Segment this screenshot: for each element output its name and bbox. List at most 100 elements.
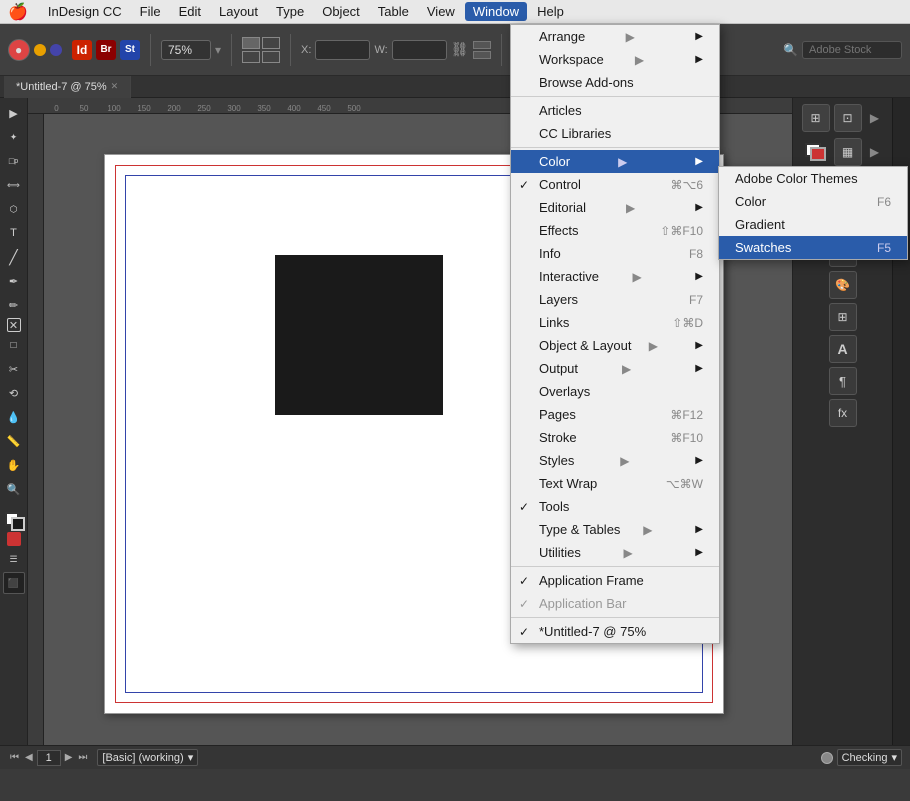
panel-btn-fill[interactable]: [802, 138, 830, 166]
menu-help[interactable]: Help: [529, 2, 572, 21]
page-tool[interactable]: □p: [3, 150, 25, 172]
menu-object[interactable]: Object: [314, 2, 368, 21]
page-number-input[interactable]: [37, 750, 61, 766]
menu-table[interactable]: Table: [370, 2, 417, 21]
fx-icon-btn[interactable]: fx: [829, 399, 857, 427]
menu-item-utilities[interactable]: Utilities ▶: [511, 541, 719, 564]
canvas-rect[interactable]: [275, 255, 443, 415]
menu-item-styles[interactable]: Styles ▶: [511, 449, 719, 472]
view-mode-btn[interactable]: ☰: [3, 548, 25, 570]
tab-close-icon[interactable]: ✕: [111, 81, 119, 92]
frame-btn2[interactable]: [262, 37, 280, 49]
menu-item-tools[interactable]: Tools: [511, 495, 719, 518]
apply-color-btn[interactable]: [7, 532, 21, 546]
constrain-icon[interactable]: ⛓: [451, 41, 469, 59]
menu-layout[interactable]: Layout: [211, 2, 266, 21]
menu-item-overlays[interactable]: Overlays: [511, 380, 719, 403]
checking-dropdown[interactable]: Checking ▾: [837, 749, 902, 766]
menu-item-output[interactable]: Output ▶: [511, 357, 719, 380]
stock-icon[interactable]: St: [120, 40, 140, 60]
menu-item-color[interactable]: Color ▶: [511, 150, 719, 173]
menu-item-editorial[interactable]: Editorial ▶: [511, 196, 719, 219]
menu-item-workspace[interactable]: Workspace ▶: [511, 48, 719, 71]
toolbar-icon1[interactable]: ●: [8, 39, 30, 61]
profile-dropdown[interactable]: [Basic] (working) ▾: [97, 749, 198, 766]
panel-expand-btn[interactable]: ▶: [866, 104, 884, 132]
menu-item-browse[interactable]: Browse Add-ons: [511, 71, 719, 94]
document-tab[interactable]: *Untitled-7 @ 75% ✕: [4, 76, 131, 98]
submenu-gradient[interactable]: Gradient: [719, 213, 907, 236]
prev-page-btn[interactable]: ◀: [23, 752, 35, 763]
last-page-btn[interactable]: ⏭: [76, 752, 89, 763]
toolbar-icon2[interactable]: [34, 44, 46, 56]
menu-window[interactable]: Window: [465, 2, 527, 21]
menu-item-arrange[interactable]: Arrange ▶: [511, 25, 719, 48]
zoom-tool[interactable]: 🔍: [3, 478, 25, 500]
x-input[interactable]: [315, 40, 370, 60]
zoom-dropdown-icon[interactable]: ▾: [215, 43, 221, 57]
menu-edit[interactable]: Edit: [171, 2, 209, 21]
menu-item-object-layout[interactable]: Object & Layout ▶: [511, 334, 719, 357]
w-input[interactable]: [392, 40, 447, 60]
menu-view[interactable]: View: [419, 2, 463, 21]
menu-item-pages[interactable]: Pages ⌘F12: [511, 403, 719, 426]
paragraph-icon-btn[interactable]: ¶: [829, 367, 857, 395]
menu-item-effects[interactable]: Effects ⇧⌘F10: [511, 219, 719, 242]
panel-btn-align[interactable]: ⊡: [834, 104, 862, 132]
frame-btn1[interactable]: [242, 37, 260, 49]
frame-btn3[interactable]: [242, 51, 260, 63]
menu-item-cc-libraries[interactable]: CC Libraries: [511, 122, 719, 145]
zoom-input[interactable]: [161, 40, 211, 60]
apple-icon[interactable]: 🍎: [8, 2, 28, 22]
menu-item-untitled[interactable]: *Untitled-7 @ 75%: [511, 620, 719, 643]
menu-file[interactable]: File: [132, 2, 169, 21]
hand-tool[interactable]: ✋: [3, 454, 25, 476]
eyedropper-tool[interactable]: 💧: [3, 406, 25, 428]
scissors-tool[interactable]: ✂: [3, 358, 25, 380]
submenu-swatches[interactable]: Swatches F5: [719, 236, 907, 259]
next-page-btn[interactable]: ▶: [63, 752, 75, 763]
panel-expand-btn2[interactable]: ▶: [866, 138, 884, 166]
menu-type[interactable]: Type: [268, 2, 312, 21]
rect-tool[interactable]: □: [3, 334, 25, 356]
gap-tool[interactable]: ⟺: [3, 174, 25, 196]
menu-item-type-tables[interactable]: Type & Tables ▶: [511, 518, 719, 541]
menu-item-layers[interactable]: Layers F7: [511, 288, 719, 311]
toolbar-icon3[interactable]: [50, 44, 62, 56]
bridge-icon[interactable]: Br: [96, 40, 116, 60]
menu-item-interactive[interactable]: Interactive ▶: [511, 265, 719, 288]
menu-item-app-frame[interactable]: Application Frame: [511, 569, 719, 592]
menu-item-control[interactable]: Control ⌘⌥6: [511, 173, 719, 196]
menu-item-text-wrap[interactable]: Text Wrap ⌥⌘W: [511, 472, 719, 495]
search-input[interactable]: [802, 41, 902, 59]
submenu-adobe-color[interactable]: Adobe Color Themes: [719, 167, 907, 190]
fill-stroke-indicator[interactable]: [3, 512, 25, 530]
menu-indesign[interactable]: InDesign CC: [40, 2, 130, 21]
frame-btn4[interactable]: [262, 51, 280, 63]
pencil-tool[interactable]: ✏: [3, 294, 25, 316]
layers-shortcut: F7: [689, 293, 703, 307]
content-tool[interactable]: ⬡: [3, 198, 25, 220]
text-icon-btn[interactable]: A: [829, 335, 857, 363]
screen-mode-btn[interactable]: ⬛: [3, 572, 25, 594]
submenu-color[interactable]: Color F6: [719, 190, 907, 213]
menu-item-info[interactable]: Info F8: [511, 242, 719, 265]
line-tool[interactable]: ╱: [3, 246, 25, 268]
align-btn2[interactable]: [473, 51, 491, 59]
type-tool[interactable]: T: [3, 222, 25, 244]
menu-item-stroke[interactable]: Stroke ⌘F10: [511, 426, 719, 449]
direct-select-tool[interactable]: ✦: [3, 126, 25, 148]
rect-frame-tool[interactable]: ✕: [7, 318, 21, 332]
panel-btn-gradient[interactable]: ▦: [834, 138, 862, 166]
menu-item-links[interactable]: Links ⇧⌘D: [511, 311, 719, 334]
first-page-btn[interactable]: ⏮: [8, 752, 21, 763]
selection-tool[interactable]: ▶: [3, 102, 25, 124]
free-transform-tool[interactable]: ⟲: [3, 382, 25, 404]
align-btn1[interactable]: [473, 41, 491, 49]
grid-icon-btn[interactable]: ⊞: [829, 303, 857, 331]
menu-item-articles[interactable]: Articles: [511, 99, 719, 122]
measure-tool[interactable]: 📏: [3, 430, 25, 452]
color-wheel-btn[interactable]: 🎨: [829, 271, 857, 299]
pen-tool[interactable]: ✒: [3, 270, 25, 292]
panel-btn-transform[interactable]: ⊞: [802, 104, 830, 132]
